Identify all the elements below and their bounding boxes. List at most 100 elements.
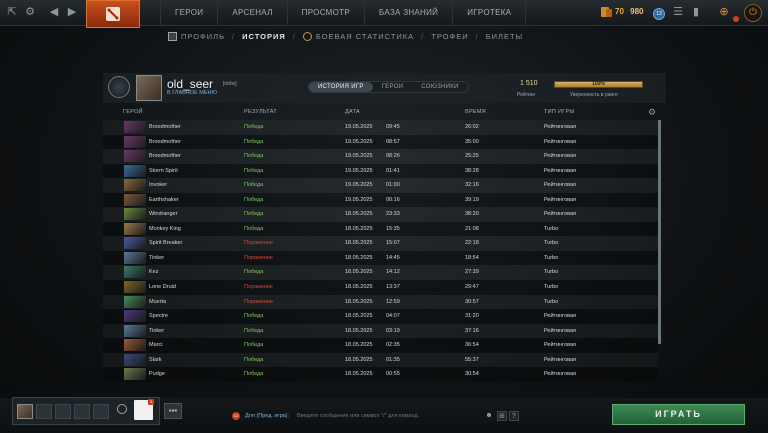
col-result[interactable]: РЕЗУЛЬТАТ [244, 109, 277, 115]
exit-icon[interactable]: ⇱ [4, 4, 20, 20]
tab-match-history[interactable]: ИСТОРИЯ ИГР [309, 82, 373, 92]
match-type: Рейтинговая [544, 167, 577, 174]
match-type: Рейтинговая [544, 313, 577, 320]
table-row[interactable]: Spectre Победа 18.05.2025 04:07 31:20 Рейтинг… [103, 309, 658, 324]
power-icon[interactable]: ⏻ [744, 4, 762, 22]
match-time: 08:26 [386, 153, 400, 160]
col-hero[interactable]: ГЕРОЙ [123, 109, 143, 115]
subnav-trophies[interactable]: ТРОФЕИ [431, 32, 468, 41]
match-result: Победа [244, 313, 264, 320]
match-history-list: Broodmother Победа 19.05.2025 09:45 26:02 Рей… [103, 120, 658, 382]
match-date: 18.05.2025 [345, 240, 373, 247]
back-to-main-menu-link[interactable]: В ГЛАВНОЕ МЕНЮ [167, 90, 217, 96]
help-icon[interactable]: ? [509, 411, 519, 421]
match-time: 03:19 [386, 327, 400, 334]
nav-knowledge-base[interactable]: БАЗА ЗНАНИЙ [365, 0, 454, 26]
match-time: 04:07 [386, 313, 400, 320]
match-time: 15:35 [386, 225, 400, 232]
nav-watch[interactable]: ПРОСМОТР [288, 0, 365, 26]
table-row[interactable]: Tinker Победа 18.05.2025 03:19 37:16 Рейтинго… [103, 324, 658, 339]
table-row[interactable]: Kez Победа 18.05.2025 14:12 27:39 Turbo [103, 265, 658, 280]
table-row[interactable]: Pudge Победа 18.05.2025 00:55 30:54 Рейтингов… [103, 367, 658, 382]
match-date: 18.05.2025 [345, 356, 373, 363]
settings-icon[interactable]: ⚙ [22, 4, 38, 20]
dashboard-icon[interactable]: ▮ [688, 4, 704, 20]
col-date[interactable]: ДАТА [345, 109, 360, 115]
dota-logo-icon [106, 7, 120, 21]
col-match-type[interactable]: ТИП ИГРЫ [544, 109, 575, 115]
table-row[interactable]: Slark Победа 18.05.2025 01:35 55:37 Рейтингов… [103, 353, 658, 368]
emoji-icon[interactable]: ☻ [484, 411, 494, 421]
table-row[interactable]: Lone Druid Поражение 18.05.2025 13:37 29:47 T… [103, 280, 658, 295]
level-badge[interactable]: 13 [653, 8, 665, 20]
history-tabs: ИСТОРИЯ ИГР ГЕРОИ СОЮЗНИКИ [308, 81, 469, 93]
tab-allies[interactable]: СОЮЗНИКИ [412, 82, 467, 92]
gear-icon[interactable]: ⚙ [648, 107, 656, 118]
match-date: 19.05.2025 [345, 138, 373, 145]
play-button[interactable]: ИГРАТЬ [612, 404, 745, 425]
table-row[interactable]: Earthshaker Победа 19.05.2025 00:16 39:19 Рей… [103, 192, 658, 208]
subnav-profile[interactable]: ПРОФИЛЬ [181, 32, 225, 41]
subnav-tickets[interactable]: БИЛЕТЫ [486, 32, 523, 41]
chat-target[interactable]: Для (Пред. игра): [245, 413, 289, 419]
party-settings-icon[interactable] [117, 404, 127, 414]
party-slot-self[interactable] [17, 404, 33, 419]
profile-icon [168, 31, 177, 41]
match-date: 18.05.2025 [345, 327, 373, 334]
table-row[interactable]: Monkey King Победа 18.05.2025 15:35 21:08 Tur… [103, 221, 658, 237]
match-type: Рейтинговая [544, 356, 577, 363]
hero-name: Muerta [149, 298, 167, 305]
subnav-battle-stats[interactable]: БОЕВАЯ СТАТИСТИКА [316, 32, 414, 41]
col-duration[interactable]: ВРЕМЯ [465, 109, 486, 115]
tab-heroes[interactable]: ГЕРОИ [373, 82, 413, 92]
match-date: 19.05.2025 [345, 167, 373, 174]
table-row[interactable]: Tinker Поражение 18.05.2025 14:45 18:54 Turbo [103, 250, 658, 266]
party-slot[interactable] [55, 404, 71, 419]
match-result: Поражение [244, 254, 274, 261]
grid-menu-button[interactable]: ▪▪▪ [164, 403, 182, 419]
table-row[interactable]: Muerta Поражение 18.05.2025 12:59 30:57 Turbo [103, 295, 658, 310]
match-date: 18.05.2025 [345, 211, 373, 218]
hero-portrait [124, 208, 146, 221]
plus-icon[interactable]: ⊕ [716, 4, 732, 20]
hero-name: Windranger [149, 211, 178, 218]
hero-portrait [124, 368, 146, 381]
chat-options-icon[interactable]: ⊞ [497, 411, 507, 421]
match-duration: 37:16 [465, 327, 479, 334]
match-type: Turbo [544, 284, 559, 291]
table-row[interactable]: Storm Spirit Победа 19.05.2025 01:41 38:28 Ре… [103, 163, 658, 179]
scrollbar[interactable] [658, 120, 661, 344]
friends-icon[interactable]: ☰ [670, 4, 686, 20]
table-row[interactable]: Windranger Победа 18.05.2025 23:33 38:20 Рейт… [103, 207, 658, 222]
hero-portrait [124, 353, 146, 366]
nav-arsenal[interactable]: АРСЕНАЛ [218, 0, 288, 26]
table-row[interactable]: Spirit Breaker Поражение 18.05.2025 15:07 22… [103, 236, 658, 251]
rating-value: 1 510 [520, 80, 538, 87]
subnav-separator: / [232, 31, 236, 41]
table-row[interactable]: Broodmother Победа 19.05.2025 08:57 35:00 Рей… [103, 134, 658, 150]
table-row[interactable]: Broodmother Победа 19.05.2025 08:26 25:25 Рей… [103, 149, 658, 164]
gold-count: 70 [615, 7, 624, 16]
match-date: 18.05.2025 [345, 225, 373, 232]
subnav-history[interactable]: ИСТОРИЯ [242, 32, 286, 41]
match-date: 19.05.2025 [345, 153, 373, 160]
hero-name: Marci [149, 342, 163, 349]
table-row[interactable]: Marci Победа 18.05.2025 02:35 36:54 Рейтингов… [103, 338, 658, 353]
party-slot[interactable] [36, 404, 52, 419]
nav-arcade[interactable]: ИГРОТЕКА [453, 0, 527, 26]
match-duration: 32:16 [465, 182, 479, 189]
forward-arrow-icon[interactable]: ▶ [64, 4, 80, 20]
chat-input[interactable] [297, 413, 477, 419]
match-duration: 39:19 [465, 196, 479, 203]
avatar[interactable] [136, 75, 162, 101]
party-slot[interactable] [74, 404, 90, 419]
table-row[interactable]: Broodmother Победа 19.05.2025 09:45 26:02 Рей… [103, 120, 658, 135]
nav-heroes[interactable]: ГЕРОИ [160, 0, 219, 26]
currency[interactable]: 70 980 [615, 7, 644, 16]
back-arrow-icon[interactable]: ◀ [46, 4, 62, 20]
hero-portrait [124, 339, 146, 352]
party-slot[interactable] [93, 404, 109, 419]
table-row[interactable]: Invoker Победа 19.05.2025 01:00 32:16 Рейтинг… [103, 178, 658, 193]
match-result: Победа [244, 356, 264, 363]
dota-logo-button[interactable] [86, 0, 140, 28]
